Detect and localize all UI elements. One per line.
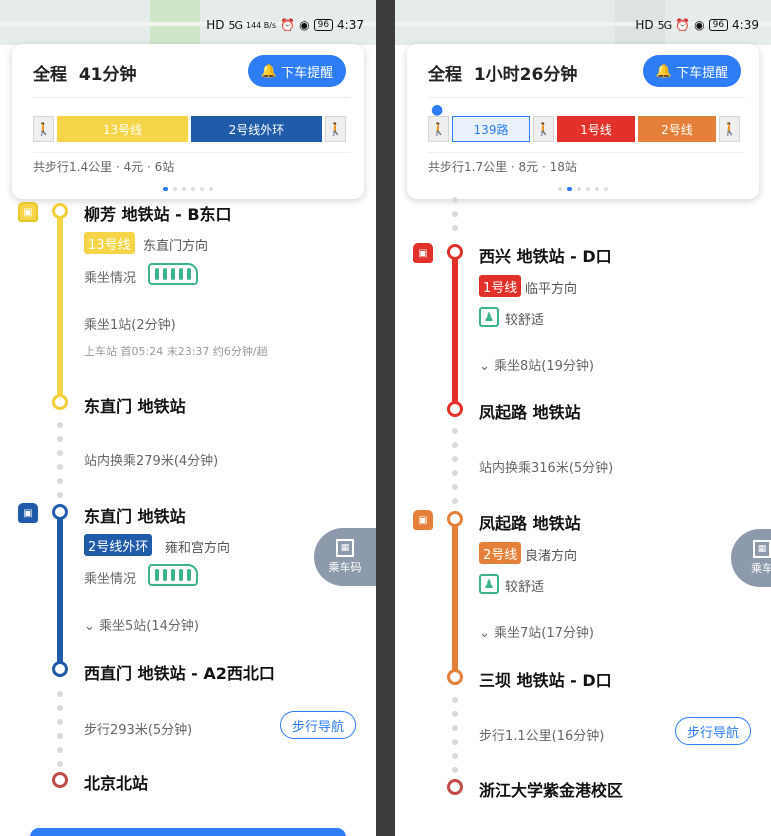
alight-station[interactable]: 东直门 地铁站 bbox=[84, 393, 186, 417]
location-icon: ◉ bbox=[694, 18, 705, 32]
subway-icon: ▣ bbox=[413, 243, 433, 263]
crowd-icon[interactable] bbox=[148, 564, 198, 586]
ride-info[interactable]: ⌄ 乘坐7站(17分钟) bbox=[479, 622, 594, 641]
alarm-icon: ⏰ bbox=[280, 18, 296, 32]
line-2-segment: 2号线 bbox=[638, 116, 716, 142]
walk-segment-icon: 🚶 bbox=[325, 116, 346, 142]
alight-reminder-button[interactable]: 🔔 下车提醒 bbox=[248, 55, 346, 87]
transfer-info: 站内换乘316米(5分钟) bbox=[479, 461, 614, 476]
ride-info[interactable]: ⌄ 乘坐5站(14分钟) bbox=[84, 615, 199, 634]
subway-icon: ▣ bbox=[18, 503, 38, 523]
direction-label: 东直门方向 bbox=[143, 239, 209, 254]
route-summary-card[interactable]: 全程 41分钟 🔔 下车提醒 🚶 13号线 2号线外环 🚶 共步行1.4公里 ·… bbox=[12, 44, 364, 199]
board-station[interactable]: 柳芳 地铁站 - B东口 bbox=[84, 201, 232, 225]
alight-reminder-button[interactable]: 🔔 下车提醒 bbox=[643, 55, 741, 87]
direction-label: 雍和宫方向 bbox=[165, 541, 231, 556]
walk-segment-icon: 🚶 bbox=[428, 116, 449, 142]
hd-indicator: HD bbox=[635, 18, 654, 32]
walk-segment-icon: 🚶 bbox=[533, 116, 554, 142]
clock: 4:37 bbox=[337, 18, 364, 32]
comfort-label: 较舒适 bbox=[505, 580, 545, 595]
total-time: 全程 1小时26分钟 bbox=[428, 65, 578, 85]
crowd-label: 乘坐情况 bbox=[84, 572, 137, 587]
board-station[interactable]: 凤起路 地铁站 bbox=[479, 510, 581, 534]
battery-indicator: 96 bbox=[708, 19, 729, 31]
line-2-outer-segment: 2号线外环 bbox=[191, 116, 322, 142]
board-station[interactable]: 西兴 地铁站 - D口 bbox=[479, 243, 612, 267]
comfort-icon: ♟ bbox=[479, 307, 499, 327]
ride-info[interactable]: 乘坐1站(2分钟) bbox=[84, 314, 176, 333]
comfort-label: 较舒适 bbox=[505, 313, 545, 328]
ride-info[interactable]: ⌄ 乘坐8站(19分钟) bbox=[479, 355, 594, 374]
speed-indicator: 144 B/s bbox=[245, 20, 277, 30]
status-bar: HD 5G 144 B/s ⏰ ◉ 96 4:37 bbox=[206, 18, 364, 32]
transfer-info: 站内换乘279米(4分钟) bbox=[84, 454, 219, 469]
qr-code-icon: ▦ bbox=[336, 539, 354, 557]
ride-code-button[interactable]: ▦ 乘车码 bbox=[314, 528, 376, 586]
bell-icon: 🔔 bbox=[655, 63, 673, 79]
status-bar: HD 5G ⏰ ◉ 96 4:39 bbox=[635, 18, 759, 32]
walk-info: 步行293米(5分钟) bbox=[84, 723, 193, 738]
bell-icon: 🔔 bbox=[260, 63, 278, 79]
line-13-segment: 13号线 bbox=[57, 116, 188, 142]
line-1-segment: 1号线 bbox=[557, 116, 635, 142]
alight-station[interactable]: 西直门 地铁站 - A2西北口 bbox=[84, 660, 275, 684]
network-indicator: 5G bbox=[657, 18, 672, 32]
route-timeline: ▣ 西兴 地铁站 - D口 1号线 临平方向 ♟ 较舒适 ⌄ 乘坐8站(19分钟… bbox=[395, 197, 771, 836]
alarm-icon: ⏰ bbox=[675, 18, 691, 32]
bus-139-segment: 139路 bbox=[452, 116, 530, 142]
walk-nav-button[interactable]: 步行导航 bbox=[280, 711, 356, 739]
board-station[interactable]: 东直门 地铁站 bbox=[84, 503, 186, 527]
direction-label: 良渚方向 bbox=[525, 549, 578, 564]
qr-code-icon: ▦ bbox=[753, 540, 771, 558]
network-indicator: 5G bbox=[228, 18, 242, 32]
screen-beijing-route: HD 5G 144 B/s ⏰ ◉ 96 4:37 全程 41分钟 🔔 下车提醒… bbox=[0, 0, 376, 836]
subway-icon: ▣ bbox=[413, 510, 433, 530]
crowd-icon[interactable] bbox=[148, 263, 198, 285]
location-icon: ◉ bbox=[299, 18, 310, 32]
segment-bar: 🚶 13号线 2号线外环 🚶 bbox=[33, 116, 346, 142]
bottom-action-bar[interactable] bbox=[30, 828, 346, 836]
ride-code-button[interactable]: ▦ 乘车 bbox=[731, 529, 771, 587]
direction-label: 临平方向 bbox=[525, 282, 578, 297]
comfort-icon: ♟ bbox=[479, 574, 499, 594]
clock: 4:39 bbox=[732, 18, 759, 32]
battery-indicator: 96 bbox=[313, 19, 334, 31]
destination[interactable]: 北京北站 bbox=[84, 770, 148, 794]
walk-nav-button[interactable]: 步行导航 bbox=[675, 717, 751, 745]
alight-station[interactable]: 凤起路 地铁站 bbox=[479, 399, 581, 423]
route-stats: 共步行1.7公里 · 8元 · 18站 bbox=[428, 160, 577, 174]
line-badge: 2号线外环 bbox=[84, 534, 153, 556]
line-badge: 2号线 bbox=[479, 542, 522, 564]
destination[interactable]: 浙江大学紫金港校区 bbox=[479, 777, 623, 801]
subway-icon: ▣ bbox=[18, 202, 38, 222]
segment-bar: 🚶 139路 🚶 1号线 2号线 🚶 bbox=[428, 116, 740, 142]
schedule-info: 上车站 首05:24 末23:37 约6分钟/趟 bbox=[84, 345, 268, 358]
total-time: 全程 41分钟 bbox=[33, 65, 137, 85]
route-stats: 共步行1.4公里 · 4元 · 6站 bbox=[33, 160, 175, 174]
hd-indicator: HD bbox=[206, 18, 225, 32]
route-summary-card[interactable]: 全程 1小时26分钟 🔔 下车提醒 ● 🚶 139路 🚶 1号线 2号线 🚶 共… bbox=[407, 44, 759, 199]
page-indicator bbox=[12, 187, 364, 191]
route-timeline: ▣ 柳芳 地铁站 - B东口 13号线 东直门方向 乘坐情况 乘坐1站(2分钟)… bbox=[0, 199, 376, 836]
walk-segment-icon: 🚶 bbox=[719, 116, 740, 142]
page-indicator bbox=[407, 187, 759, 191]
crowd-label: 乘坐情况 bbox=[84, 271, 137, 286]
alight-station[interactable]: 三坝 地铁站 - D口 bbox=[479, 667, 612, 691]
line-badge: 1号线 bbox=[479, 275, 522, 297]
screen-hangzhou-route: HD 5G ⏰ ◉ 96 4:39 全程 1小时26分钟 🔔 下车提醒 ● 🚶 … bbox=[395, 0, 771, 836]
walk-segment-icon: 🚶 bbox=[33, 116, 54, 142]
walk-info: 步行1.1公里(16分钟) bbox=[479, 729, 605, 744]
line-badge: 13号线 bbox=[84, 232, 135, 254]
